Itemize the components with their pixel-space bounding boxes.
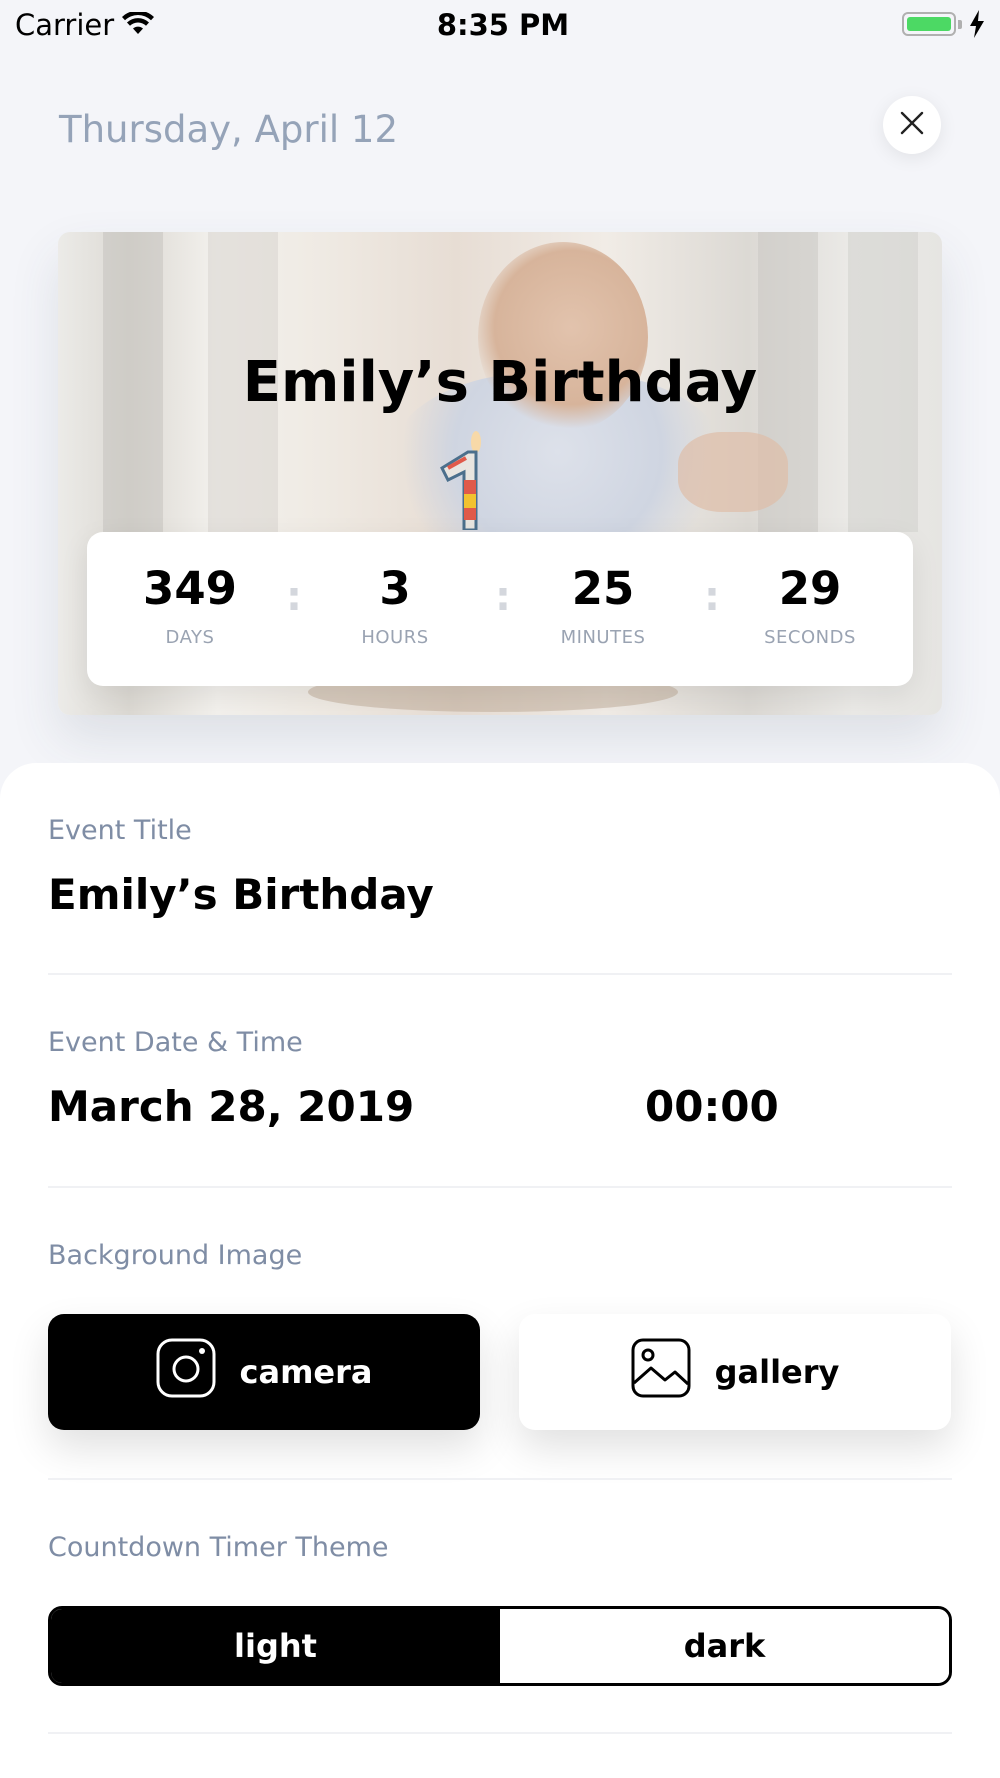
event-time-field[interactable]: 00:00 <box>645 1082 779 1131</box>
candle-1-image <box>428 430 498 534</box>
event-title-label: Event Title <box>48 815 192 846</box>
camera-label: camera <box>239 1353 373 1391</box>
theme-label: Countdown Timer Theme <box>48 1532 389 1563</box>
timer-value: 349 <box>143 562 237 615</box>
header-date: Thursday, April 12 <box>59 108 398 151</box>
event-date-field[interactable]: March 28, 2019 <box>48 1082 414 1131</box>
countdown-timer: 349 DAYS : 3 HOURS : 25 MINUTES : 29 SEC… <box>87 532 913 686</box>
charging-icon <box>969 10 985 42</box>
timer-days: 349 DAYS <box>90 532 290 648</box>
divider <box>48 1478 952 1480</box>
timer-unit: MINUTES <box>560 627 646 648</box>
gallery-button[interactable]: gallery <box>519 1314 951 1430</box>
timer-unit: DAYS <box>165 627 215 648</box>
battery-tip <box>958 20 962 29</box>
timer-minutes: 25 MINUTES <box>503 532 703 648</box>
status-bar: Carrier 8:35 PM <box>0 0 1000 52</box>
hero-event-title: Emily’s Birthday <box>242 350 758 415</box>
timer-value: 29 <box>778 562 842 615</box>
timer-unit: HOURS <box>361 627 429 648</box>
battery-icon <box>902 12 956 36</box>
event-title-input[interactable]: Emily’s Birthday <box>48 870 434 919</box>
gallery-icon <box>631 1338 691 1406</box>
timer-hours: 3 HOURS <box>295 532 495 648</box>
timer-unit: SECONDS <box>764 627 856 648</box>
close-icon <box>900 111 924 139</box>
status-time: 8:35 PM <box>436 8 570 42</box>
theme-dark-option[interactable]: dark <box>500 1609 949 1683</box>
camera-button[interactable]: camera <box>48 1314 480 1430</box>
background-image-label: Background Image <box>48 1240 303 1271</box>
gallery-label: gallery <box>714 1353 840 1391</box>
timer-seconds: 29 SECONDS <box>710 532 910 648</box>
close-button[interactable] <box>883 96 941 154</box>
camera-icon <box>156 1338 216 1406</box>
divider <box>48 973 952 975</box>
theme-light-option[interactable]: light <box>51 1609 500 1683</box>
divider <box>48 1186 952 1188</box>
theme-segmented-control: light dark <box>48 1606 952 1686</box>
timer-value: 3 <box>379 562 411 615</box>
event-datetime-label: Event Date & Time <box>48 1027 303 1058</box>
divider <box>48 1732 952 1734</box>
timer-value: 25 <box>571 562 635 615</box>
